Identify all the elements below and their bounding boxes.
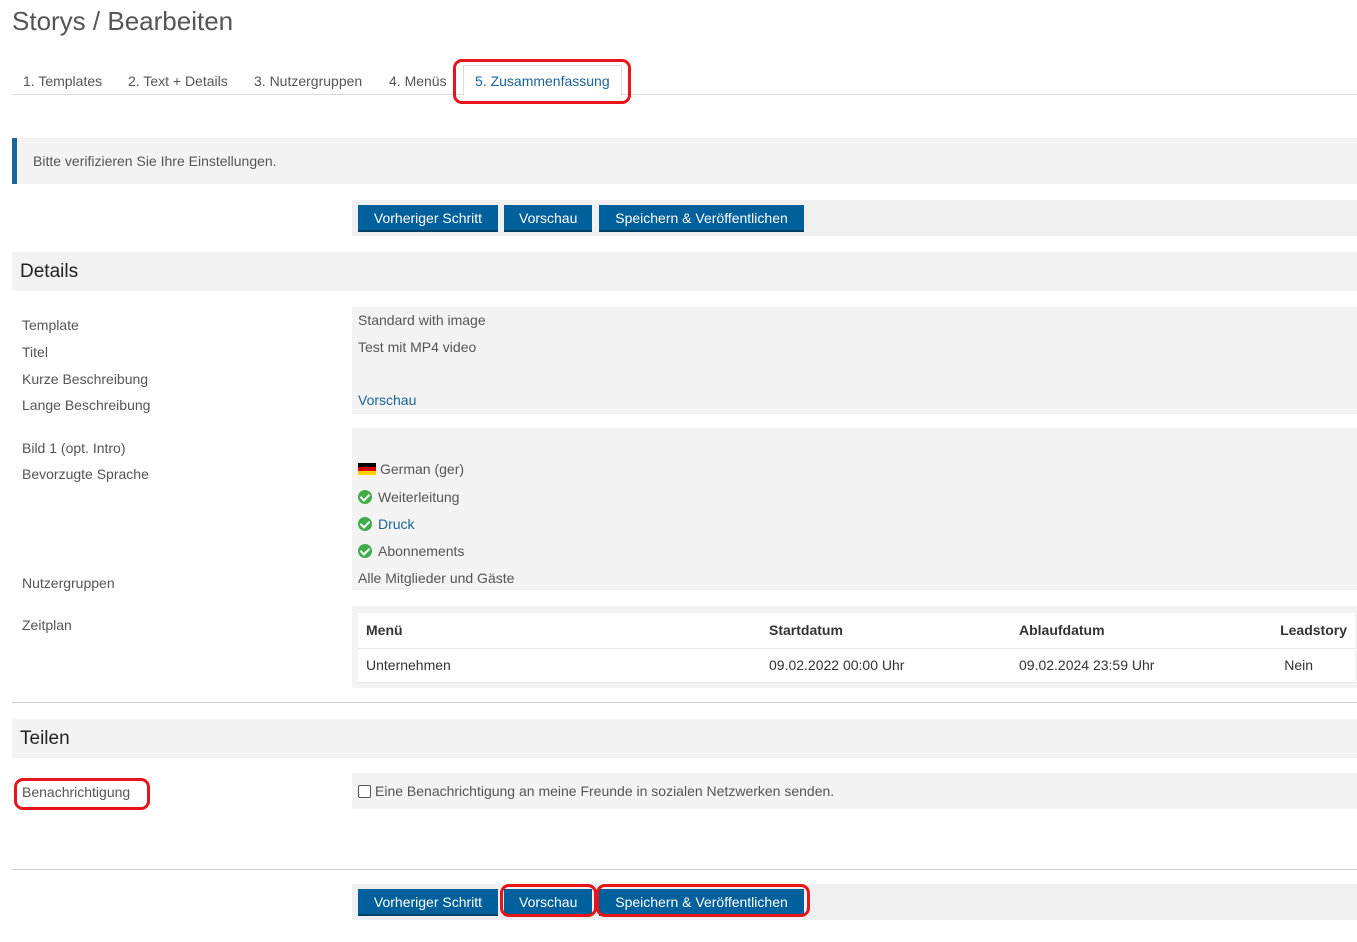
page-title: Storys / Bearbeiten (12, 6, 234, 36)
tab-text-details[interactable]: 2. Text + Details (117, 65, 239, 95)
tab-user-groups[interactable]: 3. Nutzergruppen (243, 65, 373, 95)
previous-step-button[interactable]: Vorheriger Schritt (358, 205, 498, 232)
print-item: Druck (358, 516, 415, 532)
schedule-table: Menü Startdatum Ablaufdatum Leadstory Un… (358, 613, 1355, 683)
check-circle-icon (358, 517, 372, 531)
notification-checkbox-label[interactable]: Eine Benachrichtigung an meine Freunde i… (375, 783, 834, 799)
menu-cell: Unternehmen (358, 648, 761, 683)
user-groups-label: Nutzergruppen (22, 575, 115, 591)
table-row: Unternehmen 09.02.2022 00:00 Uhr 09.02.2… (358, 648, 1355, 683)
table-header-row: Menü Startdatum Ablaufdatum Leadstory (358, 613, 1355, 649)
column-header-start-date: Startdatum (761, 613, 1011, 649)
expiry-date-cell: 09.02.2024 23:59 Uhr (1011, 648, 1251, 683)
start-date-cell: 09.02.2022 00:00 Uhr (761, 648, 1011, 683)
check-circle-icon (358, 490, 372, 504)
column-header-menu: Menü (358, 613, 761, 649)
details-values-block-2 (352, 428, 1357, 590)
title-value: Test mit MP4 video (358, 339, 477, 355)
subscriptions-item: Abonnements (358, 543, 464, 559)
subscriptions-text: Abonnements (378, 543, 465, 559)
notification-option: Eine Benachrichtigung an meine Freunde i… (358, 783, 834, 799)
print-link[interactable]: Druck (378, 516, 415, 532)
forwarding-text: Weiterleitung (378, 489, 460, 505)
save-publish-button[interactable]: Speichern & Veröffentlichen (599, 205, 804, 232)
wizard-tabs: 1. Templates 2. Text + Details 3. Nutzer… (12, 65, 1357, 96)
details-values-block-1 (352, 307, 1357, 414)
short-description-label: Kurze Beschreibung (22, 371, 149, 387)
details-heading: Details (12, 252, 1357, 291)
check-circle-icon (358, 544, 372, 558)
divider (12, 869, 1357, 870)
long-description-label: Lange Beschreibung (22, 397, 151, 413)
divider (12, 702, 1357, 703)
leadstory-cell: Nein (1251, 648, 1355, 683)
column-header-leadstory: Leadstory (1251, 613, 1355, 649)
language-label: Bevorzugte Sprache (22, 466, 149, 482)
language-value: German (ger) (358, 461, 464, 477)
top-button-bar: Vorheriger Schritt Vorschau Speichern & … (352, 200, 1357, 236)
user-groups-value: Alle Mitglieder und Gäste (358, 570, 515, 586)
language-text: German (ger) (380, 461, 465, 477)
tab-summary[interactable]: 5. Zusammenfassung (463, 65, 622, 96)
column-header-expiry-date: Ablaufdatum (1011, 613, 1251, 649)
notification-label: Benachrichtigung (22, 784, 131, 800)
save-publish-button[interactable]: Speichern & Veröffentlichen (599, 889, 804, 916)
forwarding-item: Weiterleitung (358, 489, 459, 505)
long-description-preview-link[interactable]: Vorschau (358, 392, 416, 408)
info-alert: Bitte verifizieren Sie Ihre Einstellunge… (12, 138, 1357, 184)
title-label: Titel (22, 344, 48, 360)
template-label: Template (22, 317, 79, 333)
previous-step-button[interactable]: Vorheriger Schritt (358, 889, 498, 916)
tab-menus[interactable]: 4. Menüs (378, 65, 458, 95)
tab-templates[interactable]: 1. Templates (12, 65, 113, 95)
image-label: Bild 1 (opt. Intro) (22, 440, 126, 456)
share-heading: Teilen (12, 719, 1357, 758)
preview-button[interactable]: Vorschau (504, 889, 592, 916)
bottom-button-bar: Vorheriger Schritt Vorschau Speichern & … (352, 884, 1357, 920)
notification-checkbox[interactable] (358, 785, 371, 798)
german-flag-icon (358, 463, 376, 475)
preview-button[interactable]: Vorschau (504, 205, 592, 232)
schedule-label: Zeitplan (22, 617, 72, 633)
template-value: Standard with image (358, 312, 486, 328)
